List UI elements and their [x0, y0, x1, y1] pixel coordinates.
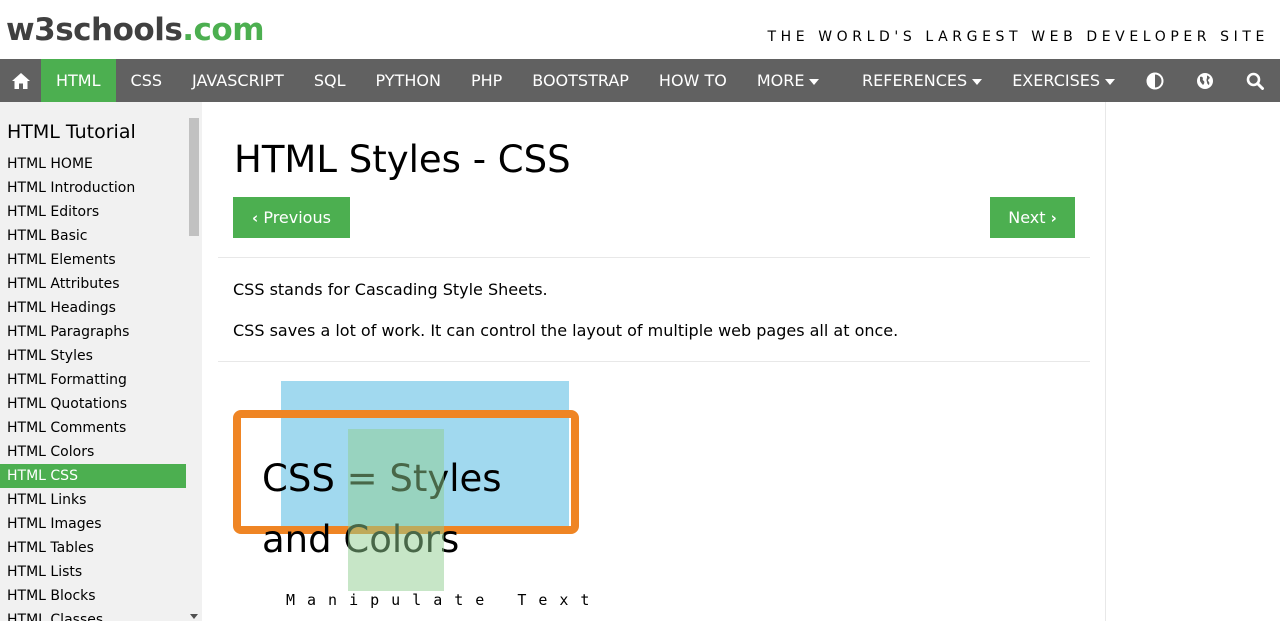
chevron-left-icon: ‹	[252, 208, 259, 227]
sidebar-item[interactable]: HTML Images	[0, 512, 186, 536]
sidebar-item[interactable]: HTML Styles	[0, 344, 186, 368]
previous-button[interactable]: ‹ Previous	[233, 197, 350, 238]
illustration-heading-2: and Colors	[262, 518, 460, 561]
globe-icon	[1197, 72, 1213, 89]
nav-html[interactable]: HTML	[41, 59, 116, 102]
sidebar-item[interactable]: HTML Classes	[0, 608, 186, 621]
sidebar-item[interactable]: HTML Introduction	[0, 176, 186, 200]
nav-exercises[interactable]: EXERCISES	[997, 59, 1130, 102]
home-button[interactable]	[0, 59, 41, 102]
sidebar-item[interactable]: HTML CSS	[0, 464, 186, 488]
divider	[218, 257, 1090, 258]
scroll-down-arrow-icon[interactable]	[190, 614, 198, 619]
sidebar-item[interactable]: HTML Attributes	[0, 272, 186, 296]
search-icon	[1246, 72, 1264, 90]
sidebar-item[interactable]: HTML Formatting	[0, 368, 186, 392]
sidebar-title: HTML Tutorial	[7, 121, 136, 143]
sidebar-item[interactable]: HTML Lists	[0, 560, 186, 584]
scrollbar-thumb[interactable]	[189, 118, 199, 236]
nav-more[interactable]: MORE	[742, 59, 835, 102]
sidebar-item[interactable]: HTML Paragraphs	[0, 320, 186, 344]
divider	[218, 361, 1090, 362]
next-button[interactable]: Next ›	[990, 197, 1075, 238]
content-right-border	[1105, 102, 1106, 621]
illustration-blue-box	[281, 381, 569, 526]
nav-css[interactable]: CSS	[116, 59, 177, 102]
sidebar-item[interactable]: HTML HOME	[0, 152, 186, 176]
chevron-right-icon: ›	[1050, 208, 1057, 227]
sidebar-item[interactable]: HTML Basic	[0, 224, 186, 248]
main-content: HTML Styles - CSS ‹ Previous Next › CSS …	[202, 102, 1105, 621]
illustration-green-box	[348, 429, 444, 591]
search-button[interactable]	[1230, 59, 1280, 102]
sidebar-item[interactable]: HTML Links	[0, 488, 186, 512]
nav-references[interactable]: REFERENCES	[847, 59, 997, 102]
site-logo[interactable]: w3schools.com	[6, 12, 265, 48]
caret-down-icon	[809, 78, 820, 85]
sidebar-item[interactable]: HTML Editors	[0, 200, 186, 224]
nav-how-to[interactable]: HOW TO	[644, 59, 742, 102]
page-title: HTML Styles - CSS	[234, 138, 571, 181]
sidebar-item[interactable]: HTML Tables	[0, 536, 186, 560]
theme-toggle-button[interactable]	[1130, 59, 1180, 102]
illustration-caption: Manipulate Text	[286, 591, 602, 609]
caret-down-icon	[1105, 78, 1115, 85]
site-tagline: THE WORLD'S LARGEST WEB DEVELOPER SITE	[767, 29, 1269, 45]
illustration-heading: CSS = Styles	[262, 457, 502, 500]
nav-javascript[interactable]: JAVASCRIPT	[177, 59, 299, 102]
sidebar-item[interactable]: HTML Elements	[0, 248, 186, 272]
illustration-orange-border	[233, 410, 579, 534]
site-header: w3schools.com THE WORLD'S LARGEST WEB DE…	[0, 0, 1280, 59]
home-icon	[11, 72, 30, 89]
contrast-icon	[1146, 72, 1164, 89]
intro-paragraph: CSS stands for Cascading Style Sheets.	[233, 280, 548, 299]
intro-paragraph-2: CSS saves a lot of work. It can control …	[233, 321, 899, 340]
nav-sql[interactable]: SQL	[299, 59, 361, 102]
sidebar-scrollbar[interactable]	[186, 102, 202, 621]
sidebar-item[interactable]: HTML Quotations	[0, 392, 186, 416]
top-nav: HTML CSS JAVASCRIPT SQL PYTHON PHP BOOTS…	[0, 59, 1280, 102]
nav-bootstrap[interactable]: BOOTSTRAP	[517, 59, 644, 102]
nav-python[interactable]: PYTHON	[361, 59, 456, 102]
caret-down-icon	[972, 78, 983, 85]
nav-php[interactable]: PHP	[456, 59, 517, 102]
sidebar-item[interactable]: HTML Colors	[0, 440, 186, 464]
sidebar-item[interactable]: HTML Blocks	[0, 584, 186, 608]
sidebar: HTML Tutorial HTML HOME HTML Introduction…	[0, 102, 202, 621]
sidebar-item[interactable]: HTML Headings	[0, 296, 186, 320]
translate-button[interactable]	[1180, 59, 1230, 102]
sidebar-item[interactable]: HTML Comments	[0, 416, 186, 440]
sidebar-list: HTML HOME HTML Introduction HTML Editors HT…	[0, 152, 186, 621]
